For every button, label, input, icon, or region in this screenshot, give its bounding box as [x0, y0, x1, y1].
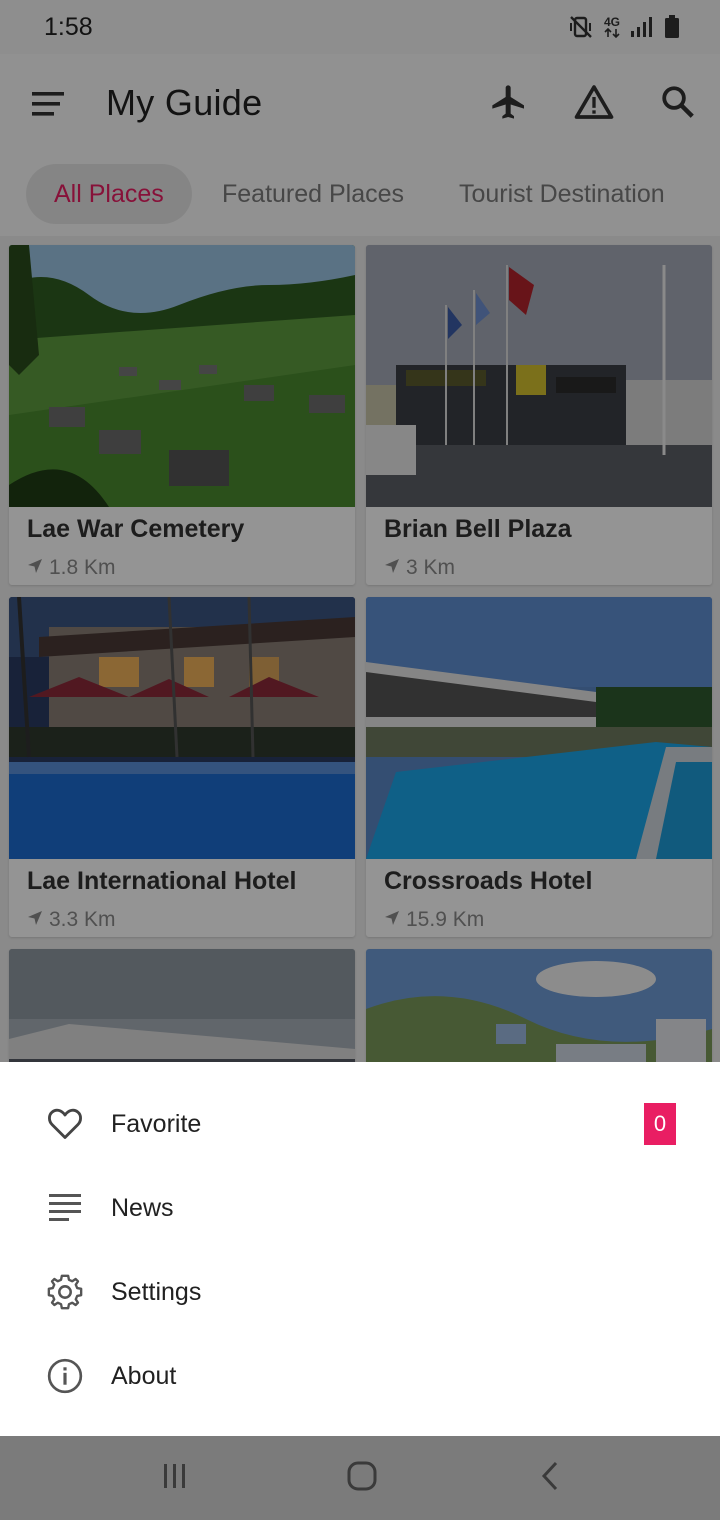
recent-apps-button[interactable] [155, 1458, 195, 1498]
menu-label-about: About [111, 1361, 177, 1390]
heart-icon [46, 1105, 84, 1143]
back-icon [539, 1461, 561, 1496]
menu-item-settings[interactable]: Settings [0, 1250, 720, 1334]
info-icon [46, 1357, 84, 1395]
home-button[interactable] [342, 1458, 382, 1498]
recent-apps-icon [160, 1462, 190, 1495]
menu-label-news: News [111, 1193, 174, 1222]
favorite-count-badge: 0 [644, 1103, 676, 1145]
menu-label-favorite: Favorite [111, 1109, 202, 1138]
bottom-sheet-menu: Favorite 0 News Settings About [0, 1062, 720, 1436]
news-icon [46, 1189, 84, 1227]
home-icon [346, 1460, 378, 1497]
menu-item-news[interactable]: News [0, 1166, 720, 1250]
system-navigation-bar [0, 1436, 720, 1520]
menu-label-settings: Settings [111, 1277, 202, 1306]
menu-item-favorite[interactable]: Favorite 0 [0, 1082, 720, 1166]
menu-item-about[interactable]: About [0, 1334, 720, 1418]
back-button[interactable] [530, 1458, 570, 1498]
gear-icon [46, 1273, 84, 1311]
